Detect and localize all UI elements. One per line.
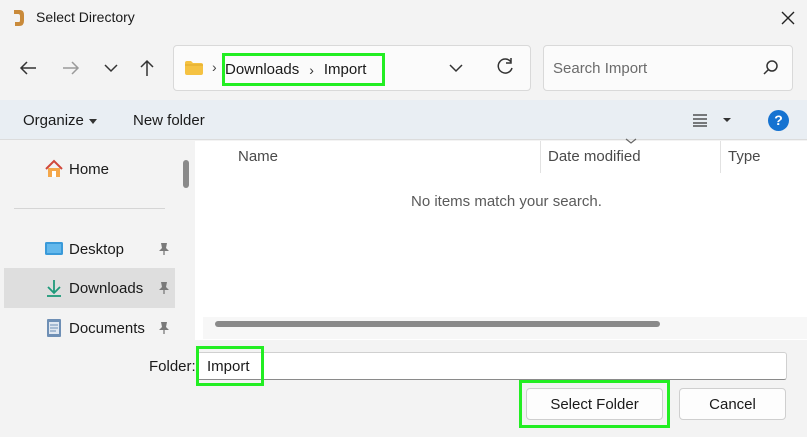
sidebar-item-label: Desktop [69, 240, 125, 258]
arrow-right-icon [63, 61, 80, 75]
organize-label: Organize [23, 112, 84, 129]
search-input[interactable]: Search Import [553, 60, 647, 77]
sidebar-item-label: Downloads [69, 279, 144, 297]
recent-locations-button[interactable] [97, 54, 125, 82]
documents-icon [47, 319, 61, 337]
search-icon [763, 60, 778, 75]
chevron-down-icon [104, 64, 118, 73]
sidebar-scrollbar[interactable] [183, 160, 189, 188]
new-folder-button[interactable]: New folder [133, 112, 205, 129]
close-button[interactable] [776, 6, 800, 30]
horizontal-scrollbar[interactable] [215, 321, 660, 327]
app-logo-icon [14, 10, 24, 26]
pin-icon [159, 243, 169, 255]
sidebar-item-desktop[interactable]: Desktop [4, 229, 175, 269]
window-title: Select Directory [36, 9, 135, 25]
navigation-pane: Home Desktop Downloads Documents [0, 141, 195, 340]
sidebar-item-downloads[interactable]: Downloads [4, 268, 175, 308]
breadcrumb-import[interactable]: Import [324, 61, 367, 78]
folder-label: Folder: [149, 358, 196, 375]
close-icon [781, 11, 795, 25]
download-icon [47, 280, 61, 297]
sidebar-item-label: Home [69, 160, 110, 178]
arrow-up-icon [140, 59, 154, 76]
folder-icon [185, 61, 203, 75]
back-button[interactable] [14, 54, 42, 82]
folder-field-value[interactable]: Import [196, 346, 264, 386]
column-header-date-modified[interactable]: Date modified [548, 148, 641, 165]
address-bar[interactable]: › Downloads › Import [173, 45, 531, 91]
title-bar: Select Directory [0, 0, 807, 36]
column-divider[interactable] [720, 141, 721, 173]
sort-chevron-icon [625, 138, 637, 144]
pin-icon [159, 322, 169, 334]
breadcrumb-separator: › [309, 61, 314, 78]
forward-button[interactable] [57, 54, 85, 82]
sidebar-item-label: Documents [69, 319, 145, 337]
arrow-left-icon [19, 61, 36, 75]
organize-button[interactable]: Organize [23, 112, 97, 129]
cancel-button[interactable]: Cancel [679, 388, 786, 420]
search-box[interactable]: Search Import [543, 45, 793, 91]
desktop-icon [45, 242, 63, 255]
caret-down-icon [88, 118, 97, 124]
refresh-icon[interactable] [494, 56, 516, 78]
pin-icon [159, 282, 169, 294]
help-button[interactable]: ? [768, 110, 789, 131]
breadcrumb: Downloads › Import [222, 53, 385, 86]
command-bar: Organize New folder ? [0, 100, 807, 140]
folder-field[interactable] [196, 352, 787, 380]
select-folder-button[interactable]: Select Folder [526, 388, 663, 420]
empty-message: No items match your search. [411, 193, 602, 210]
home-icon [45, 159, 63, 177]
breadcrumb-downloads[interactable]: Downloads [225, 61, 299, 78]
column-header-type[interactable]: Type [728, 148, 761, 165]
address-dropdown-icon[interactable] [448, 58, 464, 78]
sidebar-item-home[interactable]: Home [4, 149, 175, 189]
navigation-bar: › Downloads › Import Search Import [0, 36, 807, 100]
footer-panel: Folder: Import Select Folder Cancel [0, 340, 807, 437]
column-header-name[interactable]: Name [238, 148, 278, 165]
up-button[interactable] [133, 54, 161, 82]
view-options-icon[interactable] [692, 113, 736, 127]
column-divider[interactable] [540, 141, 541, 173]
file-list: Name Date modified Type No items match y… [195, 138, 807, 340]
breadcrumb-root-separator: › [212, 59, 217, 75]
sidebar-divider [14, 208, 165, 209]
